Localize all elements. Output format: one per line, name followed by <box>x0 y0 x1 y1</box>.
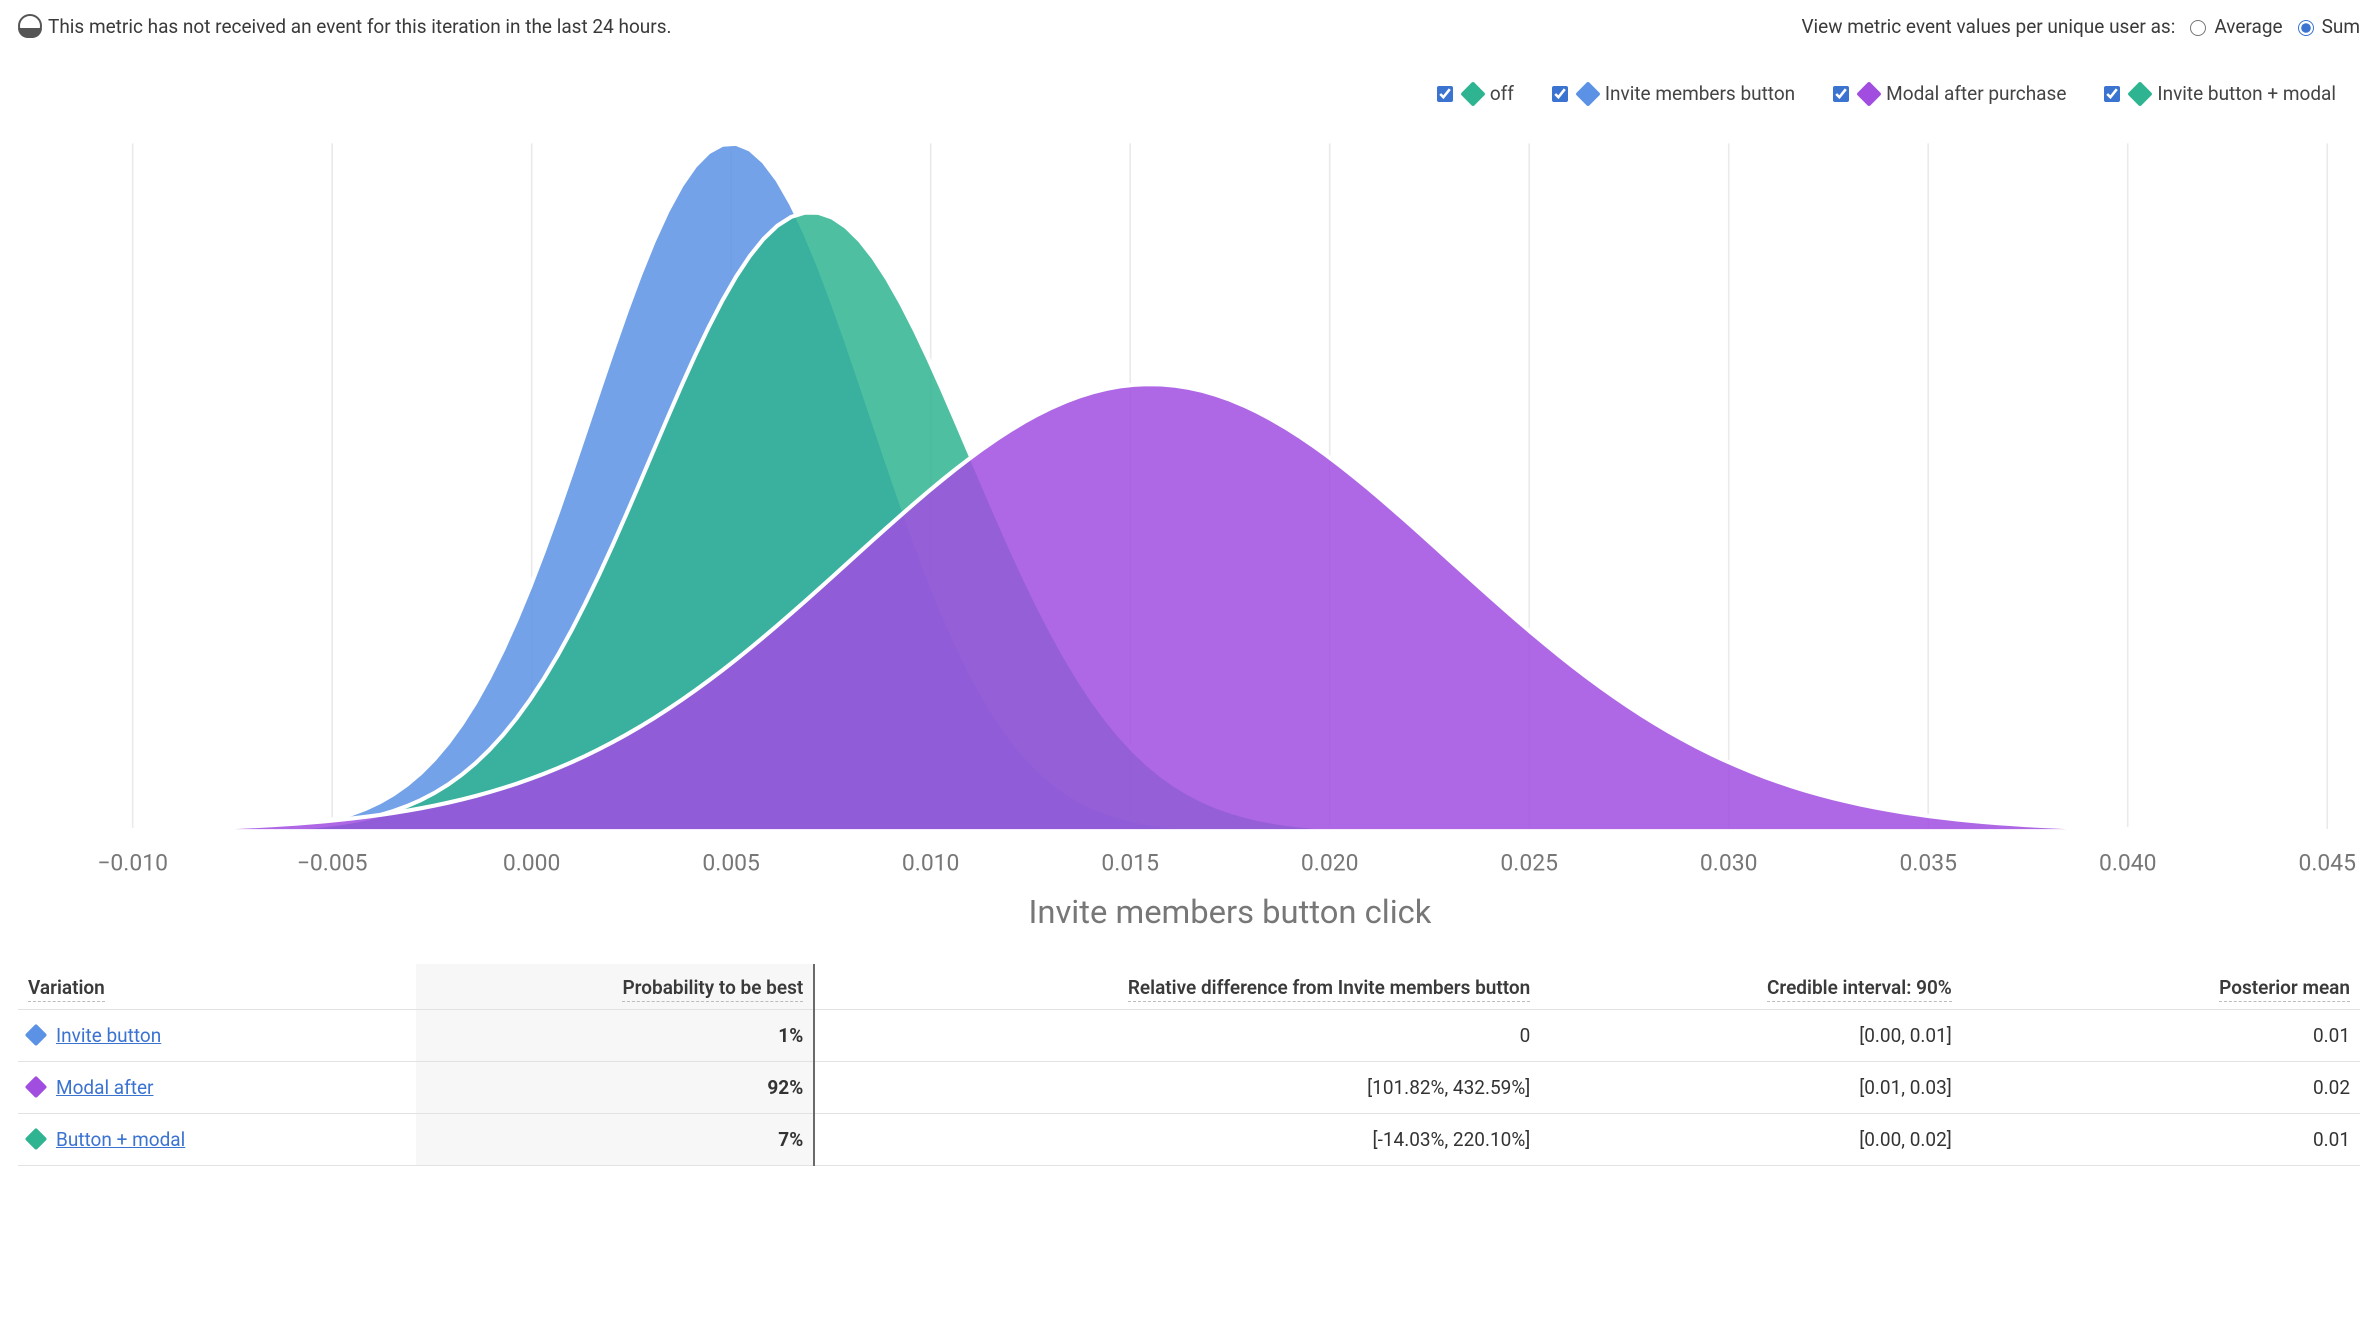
postmean-cell: 0.02 <box>1962 1061 2360 1113</box>
x-tick-label: 0.045 <box>2298 850 2356 877</box>
probability-cell: 7% <box>416 1113 814 1165</box>
legend-checkbox-3[interactable] <box>2104 86 2120 102</box>
variation-link[interactable]: Modal after <box>56 1076 153 1099</box>
diamond-icon <box>25 1128 48 1151</box>
col-postmean: Posterior mean <box>1962 964 2360 1010</box>
x-tick-label: 0.025 <box>1500 850 1558 877</box>
legend-label-1: Invite members button <box>1605 82 1795 105</box>
view-mode-selector: View metric event values per unique user… <box>1801 15 2360 38</box>
ci-cell: [0.01, 0.03] <box>1540 1061 1962 1113</box>
table-row: Modal after 92%[101.82%, 432.59%][0.01, 0… <box>18 1061 2360 1113</box>
variation-cell: Modal after <box>18 1061 416 1113</box>
x-tick-label: 0.015 <box>1101 850 1159 877</box>
x-tick-label: −0.005 <box>297 850 368 877</box>
legend-checkbox-0[interactable] <box>1437 86 1453 102</box>
legend-item-0[interactable]: off <box>1433 82 1514 105</box>
x-tick-label: 0.010 <box>902 850 960 877</box>
table-row: Invite button 1%0[0.00, 0.01]0.01 <box>18 1009 2360 1061</box>
legend-label-0: off <box>1490 82 1514 105</box>
diamond-icon <box>1856 81 1881 106</box>
view-mode-average[interactable]: Average <box>2185 15 2282 38</box>
legend-checkbox-1[interactable] <box>1552 86 1568 102</box>
probability-cell: 92% <box>416 1061 814 1113</box>
diamond-icon <box>2128 81 2153 106</box>
chart-legend: off Invite members button Modal after purc… <box>18 82 2360 105</box>
reldiff-cell: [101.82%, 432.59%] <box>814 1061 1540 1113</box>
variation-cell: Button + modal <box>18 1113 416 1165</box>
legend-item-2[interactable]: Modal after purchase <box>1829 82 2066 105</box>
col-reldiff: Relative difference from Invite members … <box>814 964 1540 1010</box>
legend-label-2: Modal after purchase <box>1886 82 2066 105</box>
x-tick-label: 0.040 <box>2099 850 2157 877</box>
view-mode-sum[interactable]: Sum <box>2293 15 2360 38</box>
diamond-icon <box>1575 81 1600 106</box>
x-axis-label: Invite members button click <box>1028 893 1431 931</box>
x-tick-label: 0.020 <box>1301 850 1359 877</box>
radio-sum-label: Sum <box>2322 15 2360 38</box>
variation-link[interactable]: Button + modal <box>56 1128 185 1151</box>
legend-item-1[interactable]: Invite members button <box>1548 82 1795 105</box>
probability-cell: 1% <box>416 1009 814 1061</box>
x-tick-label: 0.035 <box>1899 850 1957 877</box>
metric-stale-text: This metric has not received an event fo… <box>48 15 672 38</box>
diamond-icon <box>25 1076 48 1099</box>
x-tick-label: 0.005 <box>702 850 760 877</box>
legend-checkbox-2[interactable] <box>1833 86 1849 102</box>
results-table: Variation Probability to be best Relativ… <box>18 964 2360 1166</box>
ci-cell: [0.00, 0.02] <box>1540 1113 1962 1165</box>
metric-stale-warning: This metric has not received an event fo… <box>18 14 672 38</box>
postmean-cell: 0.01 <box>1962 1009 2360 1061</box>
chart-svg: −0.010 −0.005 0.000 0.005 0.010 0.015 0.020 0.0… <box>18 127 2360 946</box>
variation-link[interactable]: Invite button <box>56 1024 161 1047</box>
legend-label-3: Invite button + modal <box>2157 82 2336 105</box>
diamond-icon <box>25 1024 48 1047</box>
col-ci: Credible interval: 90% <box>1540 964 1962 1010</box>
reldiff-cell: [-14.03%, 220.10%] <box>814 1113 1540 1165</box>
x-tick-label: 0.000 <box>503 850 561 877</box>
col-variation: Variation <box>18 964 416 1010</box>
x-tick-label: 0.030 <box>1700 850 1758 877</box>
legend-item-3[interactable]: Invite button + modal <box>2100 82 2336 105</box>
x-tick-label: −0.010 <box>97 850 168 877</box>
table-row: Button + modal 7%[-14.03%, 220.10%][0.00,… <box>18 1113 2360 1165</box>
posterior-distribution-chart: −0.010 −0.005 0.000 0.005 0.010 0.015 0.020 0.0… <box>18 127 2360 946</box>
radio-average-label: Average <box>2214 15 2282 38</box>
variation-cell: Invite button <box>18 1009 416 1061</box>
radio-average[interactable] <box>2190 20 2206 36</box>
half-circle-icon <box>18 14 42 38</box>
diamond-icon <box>1460 81 1485 106</box>
reldiff-cell: 0 <box>814 1009 1540 1061</box>
postmean-cell: 0.01 <box>1962 1113 2360 1165</box>
radio-sum[interactable] <box>2298 20 2314 36</box>
view-mode-label: View metric event values per unique user… <box>1801 15 2175 38</box>
col-probability: Probability to be best <box>416 964 814 1010</box>
ci-cell: [0.00, 0.01] <box>1540 1009 1962 1061</box>
